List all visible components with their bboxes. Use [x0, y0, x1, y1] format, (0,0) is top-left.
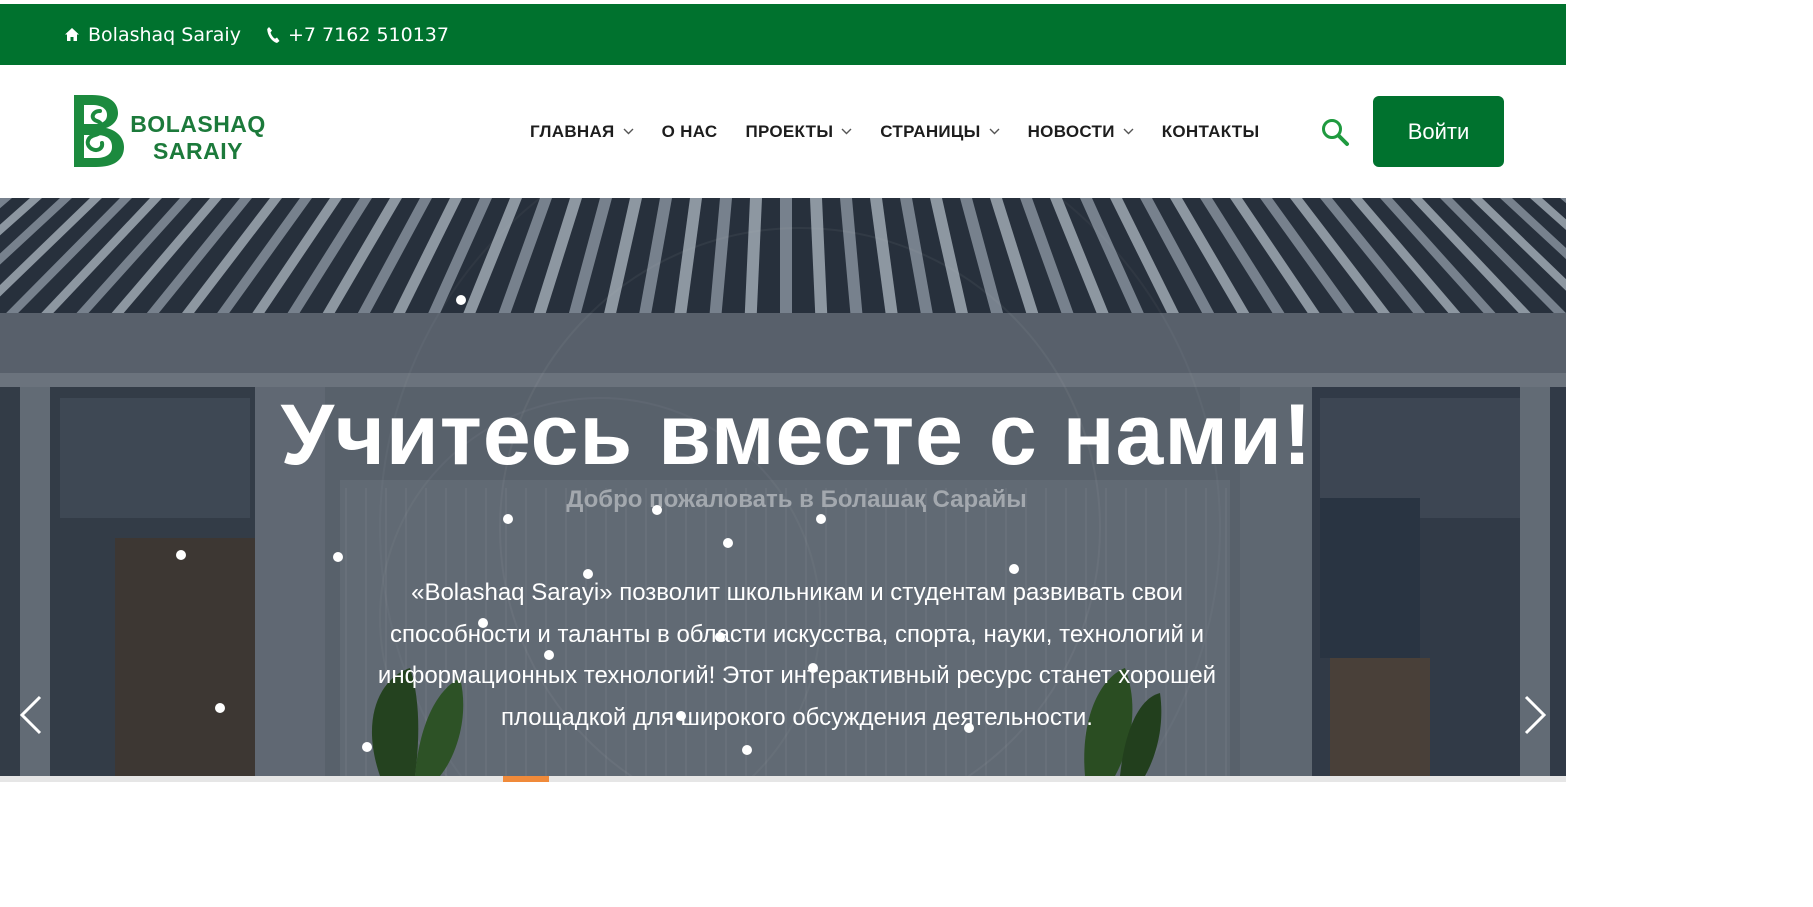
bottom-strip	[0, 776, 1566, 782]
nav-item-label: ГЛАВНАЯ	[530, 121, 615, 141]
phone-link[interactable]: +7 7162 510137	[266, 4, 449, 65]
search-icon[interactable]	[1320, 117, 1350, 147]
nav-item-pages[interactable]: СТРАНИЦЫ	[880, 121, 1000, 142]
phone-number: +7 7162 510137	[288, 23, 449, 46]
particle-dot	[676, 711, 686, 721]
particle-dot	[715, 632, 725, 642]
particle-dot	[544, 650, 554, 660]
home-icon	[65, 28, 79, 41]
site-name: Bolashaq Saraiy	[88, 23, 241, 46]
particle-dot	[652, 505, 662, 515]
chevron-down-icon	[1123, 128, 1134, 135]
hero-subtitle: Добро пожаловать в Болашақ Сарайы	[566, 486, 1027, 513]
chevron-down-icon	[989, 128, 1000, 135]
site-link[interactable]: Bolashaq Saraiy	[64, 4, 241, 65]
hero-slider: Учитесь вместе с нами! Добро пожаловать …	[0, 198, 1566, 776]
nav-item-label: НОВОСТИ	[1027, 121, 1115, 141]
particle-dot	[964, 723, 974, 733]
particle-dot	[362, 742, 372, 752]
top-bar: Bolashaq Saraiy +7 7162 510137	[0, 4, 1566, 65]
phone-icon	[267, 26, 280, 43]
particle-dot	[215, 703, 225, 713]
nav-item-label: СТРАНИЦЫ	[880, 121, 981, 141]
particle-dot	[456, 295, 466, 305]
particle-dot	[478, 618, 488, 628]
hero-description: «Bolashaq Sarayi» позволит школьникам и …	[377, 579, 1217, 731]
logo-line-2: SARAIY	[153, 138, 243, 164]
particle-dot	[742, 745, 752, 755]
nav-item-projects[interactable]: ПРОЕКТЫ	[745, 122, 852, 142]
page-gutter	[1566, 0, 1813, 907]
particle-dot	[808, 663, 818, 673]
nav-item-label: КОНТАКТЫ	[1161, 121, 1260, 141]
logo-mark-icon	[74, 95, 124, 167]
site-logo[interactable]: BOLASHAQ SARAIY	[70, 93, 270, 169]
particle-dot	[816, 514, 826, 524]
chevron-right-icon[interactable]	[1518, 695, 1552, 735]
nav-item-news[interactable]: НОВОСТИ	[1028, 122, 1134, 142]
particle-dot	[583, 569, 593, 579]
accent-marker	[503, 776, 549, 782]
main-nav: ГЛАВНАЯ О НАС ПРОЕКТЫ СТРАНИЦЫ НОВОСТИ К…	[530, 65, 1287, 198]
chevron-down-icon	[841, 128, 852, 135]
particle-dot	[503, 514, 513, 524]
nav-item-label: О НАС	[661, 121, 718, 141]
particle-dot	[333, 552, 343, 562]
nav-item-home[interactable]: ГЛАВНАЯ	[530, 122, 634, 142]
particle-dot	[1009, 564, 1019, 574]
main-header: BOLASHAQ SARAIY ГЛАВНАЯ О НАС ПРОЕКТЫ СТ…	[0, 65, 1566, 198]
nav-item-about[interactable]: О НАС	[662, 122, 718, 142]
chevron-left-icon[interactable]	[14, 695, 48, 735]
particle-dot	[176, 550, 186, 560]
login-button[interactable]: Войти	[1373, 96, 1504, 167]
nav-item-label: ПРОЕКТЫ	[745, 121, 834, 141]
nav-item-contacts[interactable]: КОНТАКТЫ	[1162, 122, 1260, 142]
particle-dot	[723, 538, 733, 548]
hero-title: Учитесь вместе с нами!	[280, 387, 1313, 483]
logo-line-1: BOLASHAQ	[130, 111, 266, 137]
chevron-down-icon	[623, 128, 634, 135]
